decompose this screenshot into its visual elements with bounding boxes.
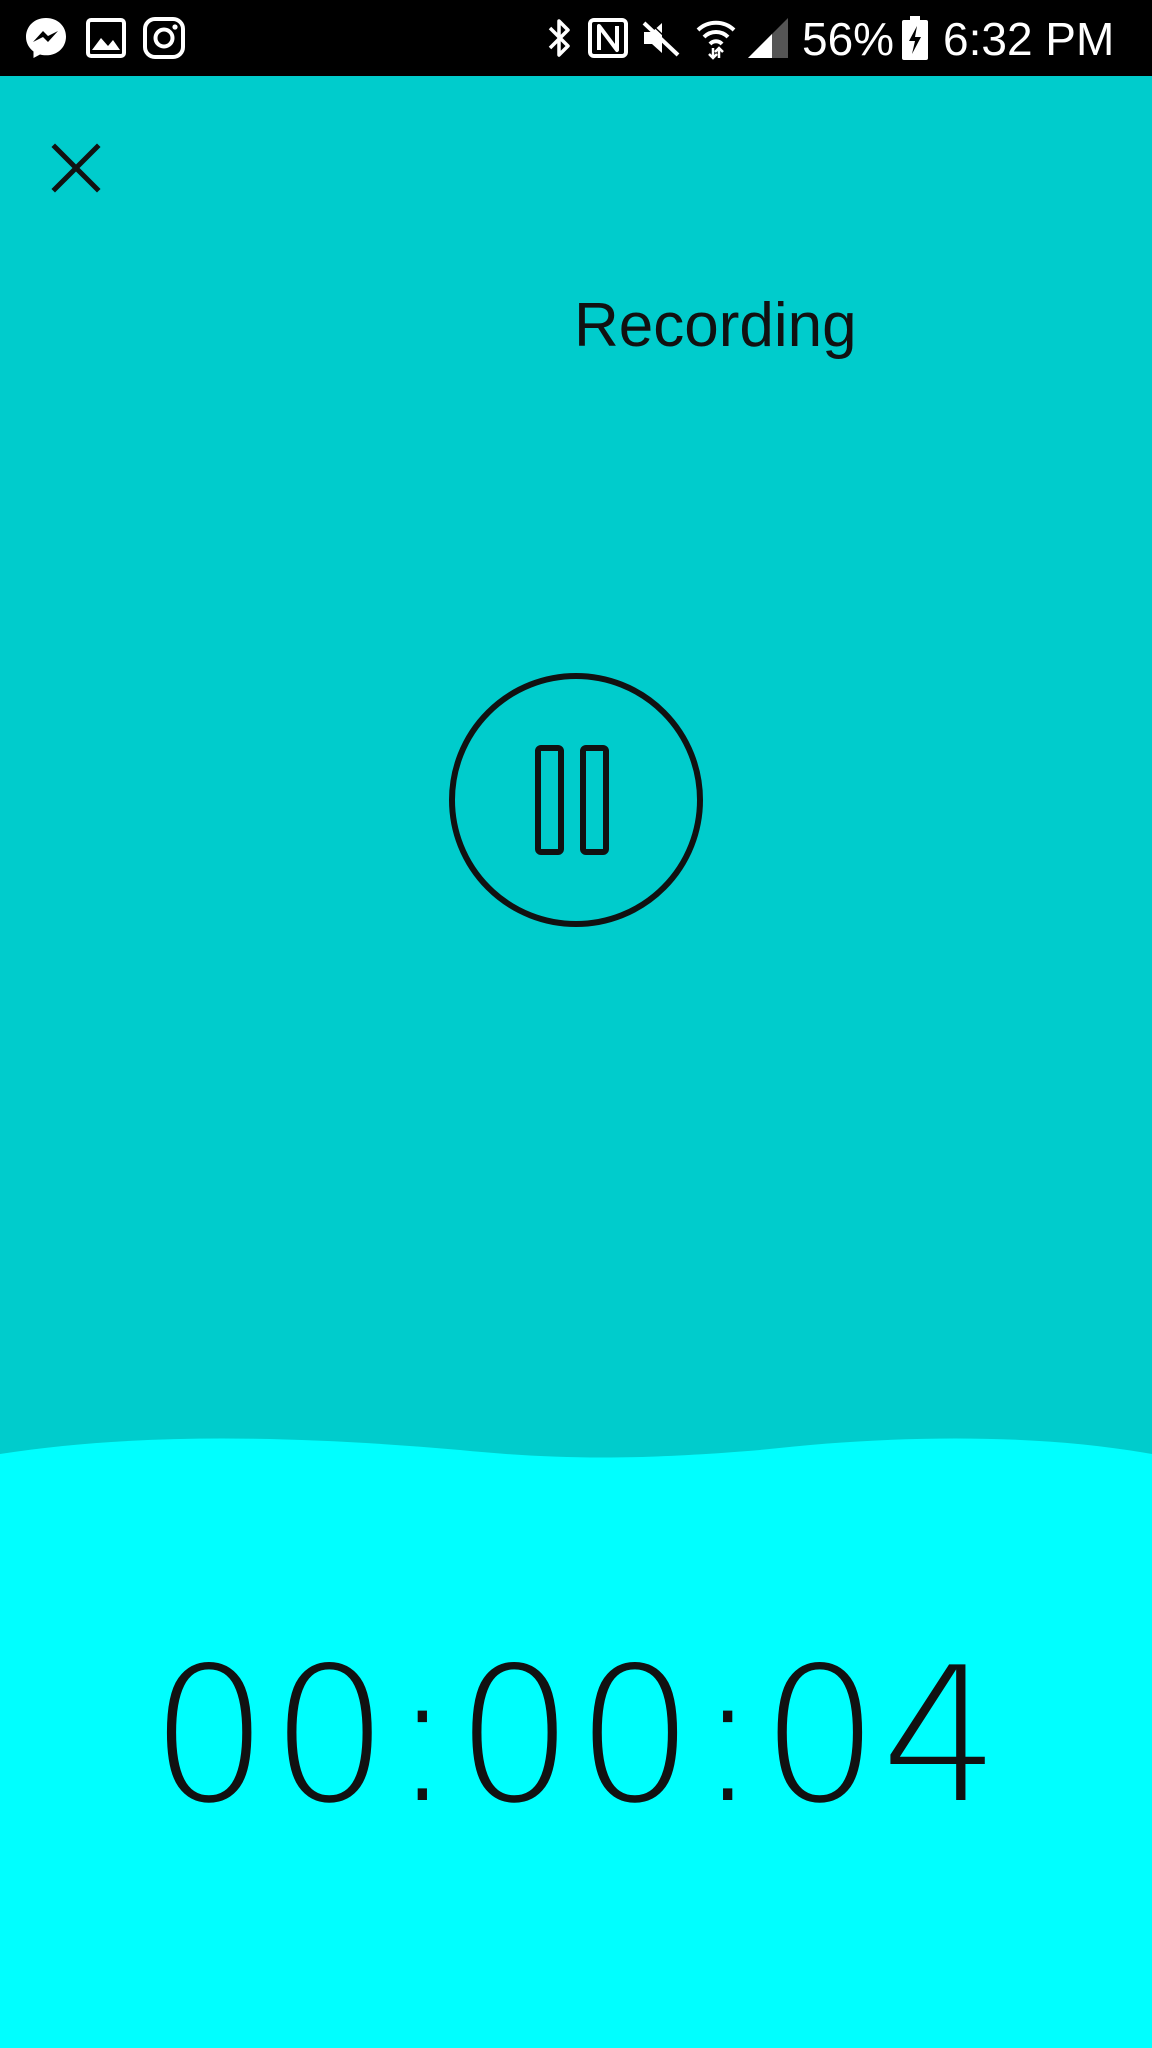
pause-icon: [449, 673, 703, 927]
status-time: 6:32 PM: [943, 13, 1115, 65]
nfc-icon: [584, 14, 632, 62]
mute-icon: [636, 14, 684, 62]
elapsed-timer: 00:00:04: [150, 1627, 1002, 1844]
recorder-screen: 56% 6:32 PM Recording 00:00:04: [0, 0, 1152, 2048]
wifi-icon: [692, 14, 740, 62]
page-title: Recording: [574, 291, 857, 360]
battery-charging-icon: [900, 14, 930, 62]
close-button[interactable]: [46, 138, 106, 198]
signal-icon: [744, 14, 792, 62]
bluetooth-icon: [540, 14, 580, 62]
instagram-icon: [140, 14, 188, 62]
battery-percentage: 56%: [802, 13, 895, 65]
close-icon: [51, 143, 101, 193]
status-bar: 56% 6:32 PM: [0, 0, 1152, 76]
gallery-icon: [82, 14, 130, 62]
messenger-icon: [22, 14, 70, 62]
pause-button[interactable]: [446, 670, 706, 930]
